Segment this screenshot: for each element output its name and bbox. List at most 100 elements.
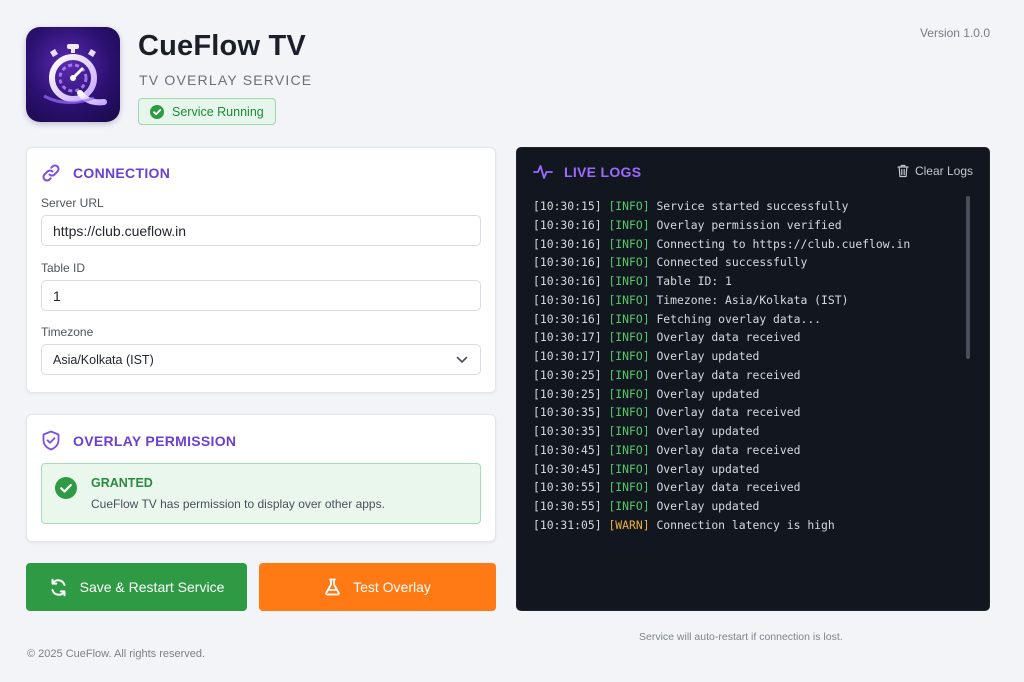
log-message: Connecting to https://club.cueflow.in: [656, 236, 911, 251]
status-badge-label: Service Running: [172, 104, 264, 119]
log-timestamp: [10:30:15]: [533, 199, 602, 213]
log-level: [INFO]: [608, 499, 650, 513]
status-badge: Service Running: [138, 98, 276, 125]
timezone-label: Timezone: [41, 325, 94, 339]
save-restart-button[interactable]: Save & Restart Service: [26, 563, 247, 611]
refresh-icon: [51, 578, 66, 596]
log-level: [INFO]: [608, 217, 650, 232]
log-level: [INFO]: [608, 274, 650, 288]
log-timestamp: [10:30:25]: [533, 386, 602, 401]
clear-logs-label: Clear Logs: [914, 164, 973, 178]
table-id-value: 1: [53, 287, 61, 304]
logs-heading-label: LIVE LOGS: [564, 164, 642, 180]
log-line: [10:30:16] [INFO] Connecting to https://…: [533, 235, 973, 254]
log-timestamp: [10:30:16]: [533, 217, 602, 232]
table-id-label: Table ID: [41, 261, 86, 275]
log-line: [10:30:45] [INFO] Overlay data received: [533, 441, 973, 460]
timezone-select[interactable]: Asia/Kolkata (IST): [41, 344, 481, 375]
server-url-value: https://club.cueflow.in: [53, 222, 187, 239]
permission-status-text: CueFlow TV has permission to display ove…: [91, 497, 385, 511]
app-title: CueFlow TV: [138, 30, 306, 62]
permission-status-box: GRANTED CueFlow TV has permission to dis…: [41, 463, 481, 524]
save-restart-label: Save & Restart Service: [79, 579, 225, 595]
log-timestamp: [10:30:45]: [533, 442, 602, 457]
connection-card: CONNECTION Server URL https://club.cuefl…: [26, 147, 496, 393]
log-level: [WARN]: [608, 517, 650, 532]
test-overlay-label: Test Overlay: [353, 579, 431, 595]
log-line: [10:30:17] [INFO] Overlay updated: [533, 347, 973, 366]
logs-scrollbar[interactable]: [966, 196, 970, 359]
log-line: [10:31:05] [WARN] Connection latency is …: [533, 516, 973, 535]
log-timestamp: [10:30:16]: [533, 311, 602, 326]
copyright-text: © 2025 CueFlow. All rights reserved.: [27, 648, 206, 660]
overlay-permission-card: OVERLAY PERMISSION GRANTED CueFlow TV ha…: [26, 414, 496, 542]
timezone-value: Asia/Kolkata (IST): [53, 352, 154, 367]
log-line: [10:30:35] [INFO] Overlay data received: [533, 403, 973, 422]
log-line: [10:30:35] [INFO] Overlay updated: [533, 422, 973, 441]
stopwatch-q-icon: [43, 43, 107, 105]
log-line: [10:30:16] [INFO] Timezone: Asia/Kolkata…: [533, 291, 973, 310]
log-message: Fetching overlay data...: [656, 311, 822, 326]
log-level: [INFO]: [608, 367, 650, 382]
log-message: Overlay permission verified: [656, 217, 842, 232]
log-message: Overlay data received: [656, 442, 801, 457]
log-message: Overlay updated: [656, 461, 760, 476]
log-message: Overlay updated: [656, 499, 760, 513]
log-message: Connection latency is high: [656, 517, 835, 532]
log-level: [INFO]: [608, 330, 650, 345]
log-level: [INFO]: [608, 480, 650, 495]
log-message: Overlay updated: [656, 349, 760, 363]
server-url-label: Server URL: [41, 196, 104, 210]
log-level: [INFO]: [608, 292, 650, 307]
connection-heading: CONNECTION: [41, 163, 170, 183]
flask-icon: [325, 578, 340, 596]
log-timestamp: [10:30:55]: [533, 480, 602, 495]
log-line: [10:30:25] [INFO] Overlay updated: [533, 385, 973, 404]
live-logs-panel: LIVE LOGS Clear Logs [10:30:15] [INFO] S…: [516, 147, 990, 611]
log-timestamp: [10:30:16]: [533, 292, 602, 307]
log-timestamp: [10:30:35]: [533, 405, 602, 420]
check-circle-icon: [150, 104, 164, 119]
log-line: [10:30:15] [INFO] Service started succes…: [533, 197, 973, 216]
log-timestamp: [10:30:16]: [533, 236, 602, 251]
log-timestamp: [10:30:35]: [533, 424, 602, 438]
table-id-input[interactable]: 1: [41, 280, 481, 311]
log-timestamp: [10:30:55]: [533, 499, 602, 513]
log-level: [INFO]: [608, 442, 650, 457]
log-line: [10:30:16] [INFO] Overlay permission ver…: [533, 216, 973, 235]
log-level: [INFO]: [608, 311, 650, 326]
app-logo: [26, 27, 120, 122]
test-overlay-button[interactable]: Test Overlay: [259, 563, 496, 611]
log-level: [INFO]: [608, 424, 650, 438]
log-message: Overlay data received: [656, 330, 801, 345]
log-level: [INFO]: [608, 199, 650, 213]
log-timestamp: [10:30:16]: [533, 255, 602, 270]
log-timestamp: [10:30:16]: [533, 274, 602, 288]
logs-heading: LIVE LOGS: [533, 164, 641, 180]
log-timestamp: [10:31:05]: [533, 517, 602, 532]
log-line: [10:30:16] [INFO] Table ID: 1: [533, 272, 973, 291]
clear-logs-button[interactable]: Clear Logs: [897, 164, 973, 178]
trash-icon: [897, 164, 909, 178]
log-line: [10:30:55] [INFO] Overlay updated: [533, 497, 973, 516]
shield-check-icon: [42, 430, 60, 451]
permission-heading-label: OVERLAY PERMISSION: [73, 432, 237, 449]
version-label: Version 1.0.0: [919, 26, 990, 40]
log-line: [10:30:16] [INFO] Fetching overlay data.…: [533, 310, 973, 329]
log-message: Connected successfully: [656, 255, 808, 270]
log-timestamp: [10:30:17]: [533, 349, 602, 363]
log-level: [INFO]: [608, 461, 650, 476]
check-circle-icon: [55, 477, 77, 499]
log-message: Overlay data received: [656, 480, 801, 495]
log-message: Service started successfully: [656, 199, 849, 213]
log-level: [INFO]: [608, 349, 650, 363]
chevron-down-icon: [456, 356, 468, 363]
log-message: Overlay data received: [656, 367, 801, 382]
log-message: Overlay updated: [656, 386, 760, 401]
server-url-input[interactable]: https://club.cueflow.in: [41, 215, 481, 246]
permission-heading: OVERLAY PERMISSION: [41, 430, 236, 451]
log-level: [INFO]: [608, 236, 650, 251]
log-list: [10:30:15] [INFO] Service started succes…: [533, 197, 973, 535]
link-icon: [42, 164, 60, 182]
log-level: [INFO]: [608, 255, 650, 270]
